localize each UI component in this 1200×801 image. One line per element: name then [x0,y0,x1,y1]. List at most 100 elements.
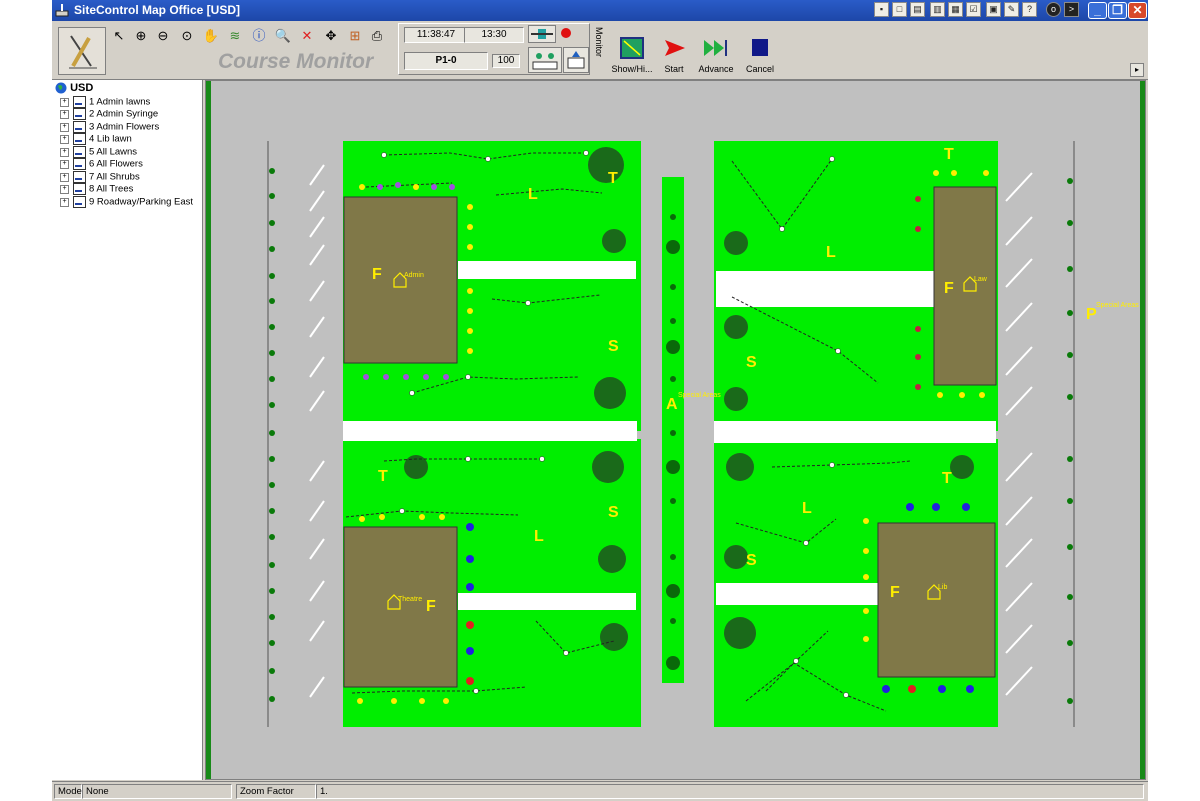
course-monitor-label: Course Monitor [218,50,374,73]
zone-icon [73,158,86,170]
fast-forward-icon [704,40,727,56]
expand-icon[interactable]: + [60,172,69,182]
stop-icon [752,39,768,56]
expand-icon[interactable]: + [60,159,69,169]
theatre-building-letter: F [426,598,436,615]
tree-root-label: USD [70,82,94,94]
tray-icon-save[interactable]: ▥ [930,2,945,17]
zone-letter-12: S [746,552,757,569]
tree-item-9[interactable]: +9 Roadway/Parking East [60,196,193,208]
zone-icon [73,133,86,145]
tree-item-3[interactable]: +3 Admin Flowers [60,121,159,133]
tree-item-1[interactable]: +1 Admin lawns [60,96,150,108]
zone-letter-4: T [378,468,388,485]
draw-tool-button[interactable] [58,27,106,75]
tray-icon-open[interactable]: ▤ [910,2,925,17]
tree-item-label: 4 Lib lawn [89,133,132,145]
tray-icon-check[interactable]: ☑ [966,2,981,17]
connect-button[interactable] [528,25,556,43]
tree-item-5[interactable]: +5 All Lawns [60,146,137,158]
compass-pencil-icon [69,35,97,69]
minimize-button[interactable]: _ [1088,2,1107,19]
tree-item-label: 8 All Trees [89,183,134,195]
title-bar[interactable]: SiteControl Map Office [USD] ▪ □ ▤ ▥ ▦ ☑… [52,0,1148,21]
percent-adjust-button[interactable] [563,47,589,73]
tray-icon-power[interactable]: o [1046,2,1061,17]
tree-item-label: 3 Admin Flowers [89,121,160,133]
pan-hand-icon[interactable]: ✋ [202,27,220,45]
zoom-out-icon[interactable]: ⊖ [154,27,172,45]
pointer-icon[interactable]: ↖ [110,27,128,45]
station-icon [532,53,558,70]
status-bar: Mode None Zoom Factor 1. [52,781,1148,801]
zoom-label: Zoom Factor [236,784,316,799]
advance-label: Advance [698,64,734,74]
globe-icon [55,82,67,94]
show-hide-button[interactable]: Show/Hi... [608,36,656,76]
tray-icon-1[interactable]: ▪ [874,2,889,17]
zone-letter-5: L [534,528,544,545]
tray-icon-help[interactable]: ? [1022,2,1037,17]
move-icon[interactable]: ✥ [322,27,340,45]
close-button[interactable]: ✕ [1128,2,1147,19]
maximize-button[interactable]: ❐ [1108,2,1127,19]
zoom-value: 1. [316,784,1144,799]
tree-item-7[interactable]: +7 All Shrubs [60,171,140,183]
zoom-in-icon[interactable]: ⊕ [132,27,150,45]
expand-icon[interactable]: + [60,197,69,207]
cancel-button[interactable]: Cancel [736,36,784,76]
toolbar-expand-button[interactable]: ▸ [1130,63,1144,77]
map-canvas[interactable]: F F F F A P T L S T L S T L S T L S Admi… [206,81,1145,779]
delete-icon[interactable]: ✕ [298,27,316,45]
building-admin[interactable] [343,196,458,364]
zone-letter-7: T [944,146,954,163]
mode-value: None [82,784,232,799]
find-icon[interactable]: 🔍 [274,27,292,45]
tray-icon-copy[interactable]: ▦ [948,2,963,17]
zone-icon [73,96,86,108]
percent-icon [567,51,585,69]
advance-button[interactable]: Advance [692,36,740,76]
expand-icon[interactable]: + [60,134,69,144]
zone-tree: USD +1 Admin lawns +2 Admin Syringe +3 A… [52,80,203,780]
select-area-icon[interactable]: ⊞ [346,27,364,45]
east-area-label: Special Areas [1096,302,1139,309]
expand-icon[interactable]: + [60,109,69,119]
info-icon[interactable]: ⓘ [250,27,268,45]
tree-item-6[interactable]: +6 All Flowers [60,158,143,170]
station-button[interactable] [528,47,562,73]
site-map[interactable]: F F F F A P T L S T L S T L S T L S Admi… [205,80,1146,780]
expand-icon[interactable]: + [60,97,69,107]
tray-icon-console[interactable]: > [1064,2,1079,17]
expand-icon[interactable]: + [60,122,69,132]
tray-icon-grid[interactable]: ▣ [986,2,1001,17]
app-icon [55,4,69,17]
record-button[interactable] [556,25,576,41]
tree-item-2[interactable]: +2 Admin Syringe [60,108,158,120]
layers-icon[interactable]: ≋ [226,27,244,45]
zone-letter-10: T [942,470,952,487]
expand-icon[interactable]: + [60,184,69,194]
toolbar: ↖ ⊕ ⊖ ⊙ ✋ ≋ ⓘ 🔍 ✕ ✥ ⊞ ⎙ Course Monitor 1… [52,21,1148,80]
percent-display[interactable]: 100 [492,54,520,68]
zone-letter-1: T [608,170,618,187]
print-icon[interactable]: ⎙ [368,27,386,45]
tray-icon-new[interactable]: □ [892,2,907,17]
expand-icon[interactable]: + [60,147,69,157]
zone-icon [73,146,86,158]
tree-root[interactable]: USD [55,82,93,94]
zone-icon [73,196,86,208]
start-button[interactable]: Start [650,36,698,76]
program-display[interactable]: P1-0 [404,52,488,70]
tray-icon-edit[interactable]: ✎ [1004,2,1019,17]
zone-icon [73,171,86,183]
tree-item-label: 9 Roadway/Parking East [89,196,194,208]
tree-item-label: 2 Admin Syringe [89,108,159,120]
tree-item-4[interactable]: +4 Lib lawn [60,133,132,145]
tree-item-8[interactable]: +8 All Trees [60,183,133,195]
connector-icon [531,29,553,39]
zoom-extent-icon[interactable]: ⊙ [178,27,196,45]
lib-building-letter: F [890,584,900,601]
monitor-vertical-label: Monitor [594,27,604,58]
clock-display: 11:38:47 [404,27,468,43]
